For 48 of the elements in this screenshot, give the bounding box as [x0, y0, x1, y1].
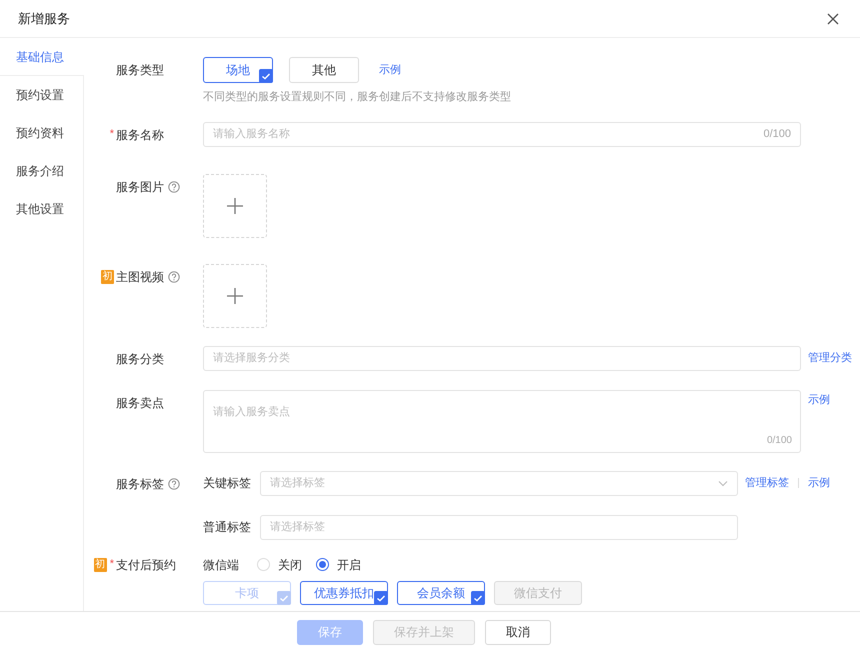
field-label: 服务卖点: [116, 394, 164, 412]
field-label: 服务名称: [116, 126, 164, 144]
checkmark-icon: [259, 69, 273, 83]
type-option[interactable]: 场地: [203, 57, 273, 83]
dialog-title: 新增服务: [18, 10, 70, 28]
checkmark-icon: [471, 590, 485, 604]
field-label: 服务标签: [116, 476, 164, 492]
help-icon[interactable]: [168, 270, 180, 282]
help-icon[interactable]: [168, 180, 180, 192]
help-icon[interactable]: [168, 478, 180, 490]
badge: 初: [94, 558, 107, 572]
text-area[interactable]: 请输入服务卖点 0/100: [203, 390, 801, 452]
field-label: 支付后预约: [116, 556, 176, 574]
field-label: 服务分类: [116, 350, 164, 368]
sidebar-tab[interactable]: 基础信息: [0, 38, 84, 76]
plus-icon: [227, 288, 243, 304]
input-field[interactable]: 请输入服务名称 0/100: [203, 122, 801, 146]
close-icon[interactable]: [827, 12, 839, 24]
payment-option[interactable]: 优惠券抵扣: [300, 580, 388, 604]
footer-button[interactable]: 取消: [485, 620, 551, 644]
sub-label: 普通标签: [203, 519, 252, 536]
required-asterisk: *: [110, 559, 114, 570]
sidebar-tab[interactable]: 预约资料: [0, 114, 84, 152]
plus-icon: [227, 198, 243, 214]
type-option[interactable]: 其他: [289, 57, 359, 83]
link[interactable]: 示例: [808, 474, 830, 492]
sidebar-tab[interactable]: 其他设置: [0, 190, 84, 228]
link[interactable]: 管理分类: [808, 350, 852, 366]
link[interactable]: 示例: [379, 62, 401, 78]
checkmark-icon: [277, 590, 291, 604]
sidebar-tab[interactable]: 服务介绍: [0, 152, 84, 190]
character-counter: 0/100: [763, 126, 791, 142]
link[interactable]: 示例: [808, 392, 830, 408]
character-counter: 0/100: [766, 434, 792, 448]
radio-option[interactable]: 开启: [316, 556, 361, 574]
field-label: 服务图片: [116, 178, 164, 196]
field-label: 服务类型: [116, 62, 164, 79]
hint-text: 不同类型的服务设置规则不同，服务创建后不支持修改服务类型: [203, 90, 511, 105]
checkmark-icon: [374, 590, 388, 604]
field-label: 主图视频: [116, 268, 164, 286]
radio-option[interactable]: 关闭: [257, 556, 302, 574]
sub-label: 关键标签: [203, 475, 252, 492]
required-asterisk: *: [110, 129, 114, 140]
link[interactable]: 管理标签: [745, 474, 789, 492]
sub-label: 微信端: [203, 556, 239, 574]
badge: 初: [101, 270, 114, 284]
sidebar-tab[interactable]: 预约设置: [0, 76, 84, 114]
payment-option[interactable]: 会员余额: [397, 580, 485, 604]
